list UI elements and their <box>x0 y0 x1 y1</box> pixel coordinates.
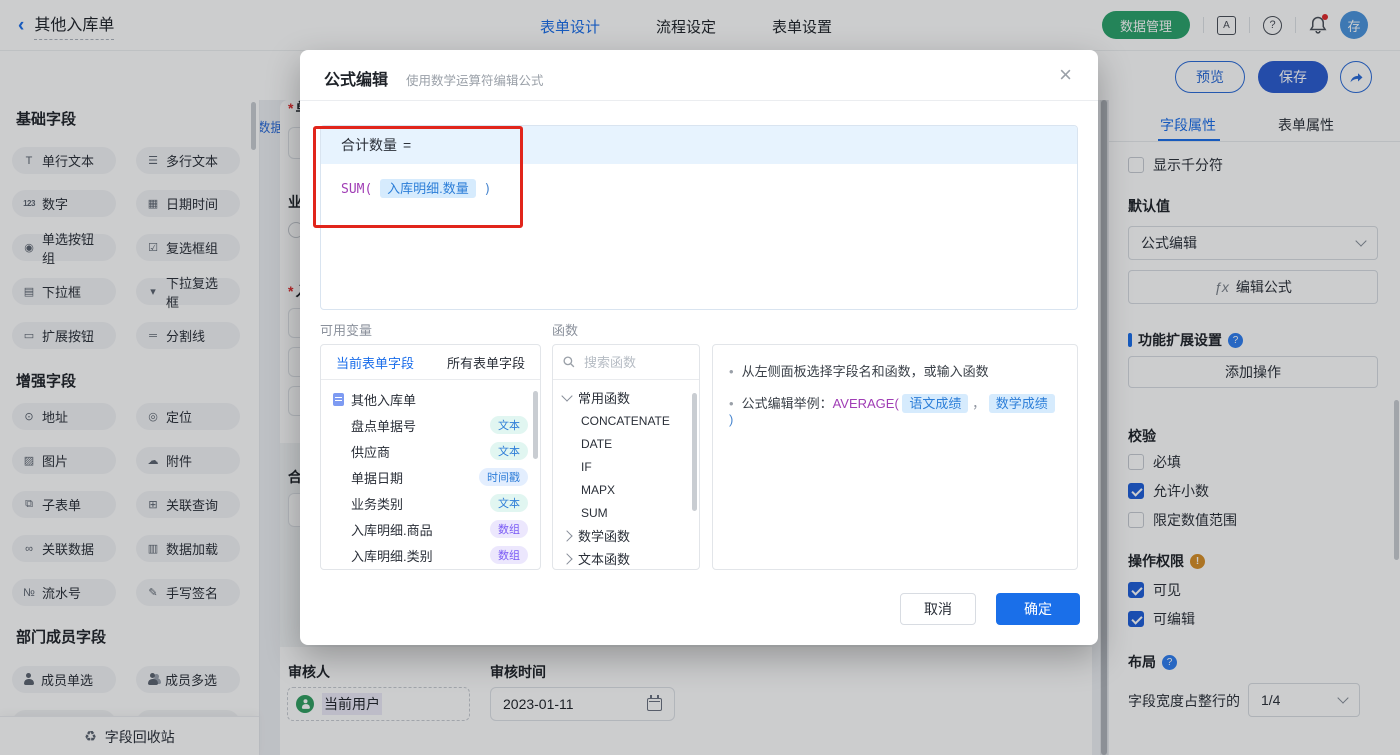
variable-row[interactable]: 盘点单据号 文本 <box>321 412 540 438</box>
variable-row[interactable]: 入库明细.商品 数组 <box>321 516 540 542</box>
bullet-icon: • <box>729 396 734 411</box>
function-item[interactable]: MAPX <box>553 478 699 501</box>
close-icon[interactable]: × <box>1059 62 1072 88</box>
variables-tabs: 当前表单字段 所有表单字段 <box>321 345 540 380</box>
function-search[interactable] <box>553 345 699 380</box>
variables-label: 可用变量 <box>320 323 373 338</box>
function-group-math[interactable]: 数学函数 <box>553 524 699 547</box>
tip-example-line: • 公式编辑举例：AVERAGE( 语文成绩 ， 数学成绩 ) <box>729 393 1061 427</box>
functions-panel: 常用函数 CONCATENATE DATE IF MAPX SUM 数学函数 文… <box>552 344 700 570</box>
app-root: ‹ 其他入库单 表单设计 流程设定 表单设置 数据管理 A ? 存 ⊘ 表单外链 <box>0 0 1400 755</box>
form-file-icon <box>333 392 344 406</box>
variables-scrollbar[interactable] <box>533 391 538 459</box>
functions-scrollbar[interactable] <box>692 393 697 511</box>
variables-panel: 当前表单字段 所有表单字段 其他入库单 盘点单据号 文本 供应商 文本 单据日期 时间… <box>320 344 541 570</box>
chevron-right-icon <box>561 529 573 542</box>
tab-all-form-fields[interactable]: 所有表单字段 <box>447 353 525 372</box>
search-icon <box>563 356 575 368</box>
example-field-chip: 语文成绩 <box>902 394 969 413</box>
functions-label: 函数 <box>552 323 579 338</box>
type-badge: 数组 <box>490 520 528 538</box>
type-badge: 文本 <box>490 442 528 460</box>
chevron-down-icon <box>561 390 573 402</box>
variable-row[interactable]: 业务类别 文本 <box>321 490 540 516</box>
modal-header-divider <box>300 100 1098 101</box>
annotation-red-box <box>313 126 523 228</box>
chevron-right-icon <box>561 552 573 565</box>
confirm-button[interactable]: 确定 <box>996 593 1080 625</box>
function-item[interactable]: SUM <box>553 501 699 524</box>
tab-current-form-fields[interactable]: 当前表单字段 <box>336 353 414 372</box>
variable-tree-root[interactable]: 其他入库单 <box>321 386 540 412</box>
type-badge: 文本 <box>490 416 528 434</box>
variable-row[interactable]: 供应商 文本 <box>321 438 540 464</box>
function-item[interactable]: CONCATENATE <box>553 409 699 432</box>
function-group-common[interactable]: 常用函数 <box>553 386 699 409</box>
cancel-button[interactable]: 取消 <box>900 593 976 625</box>
example-field-chip: 数学成绩 <box>988 394 1055 413</box>
tip-line: • 从左侧面板选择字段名和函数，或输入函数 <box>729 364 989 379</box>
type-badge: 时间戳 <box>479 468 528 486</box>
example-closing-paren: ) <box>729 412 734 427</box>
bullet-icon: • <box>729 364 734 379</box>
function-search-input[interactable] <box>582 353 686 371</box>
variable-row[interactable]: 单据日期 时间戳 <box>321 464 540 490</box>
function-item[interactable]: DATE <box>553 432 699 455</box>
type-badge: 文本 <box>490 494 528 512</box>
example-function-token: AVERAGE( <box>832 396 899 411</box>
function-group-text[interactable]: 文本函数 <box>553 547 699 569</box>
type-badge: 数组 <box>490 546 528 564</box>
modal-title: 公式编辑 <box>324 72 389 89</box>
variable-row[interactable]: 入库明细.类别 数组 <box>321 542 540 568</box>
tips-panel: • 从左侧面板选择字段名和函数，或输入函数 • 公式编辑举例：AVERAGE( 语文… <box>712 344 1078 570</box>
function-item[interactable]: IF <box>553 455 699 478</box>
modal-subtitle: 使用数学运算符编辑公式 <box>406 74 544 88</box>
